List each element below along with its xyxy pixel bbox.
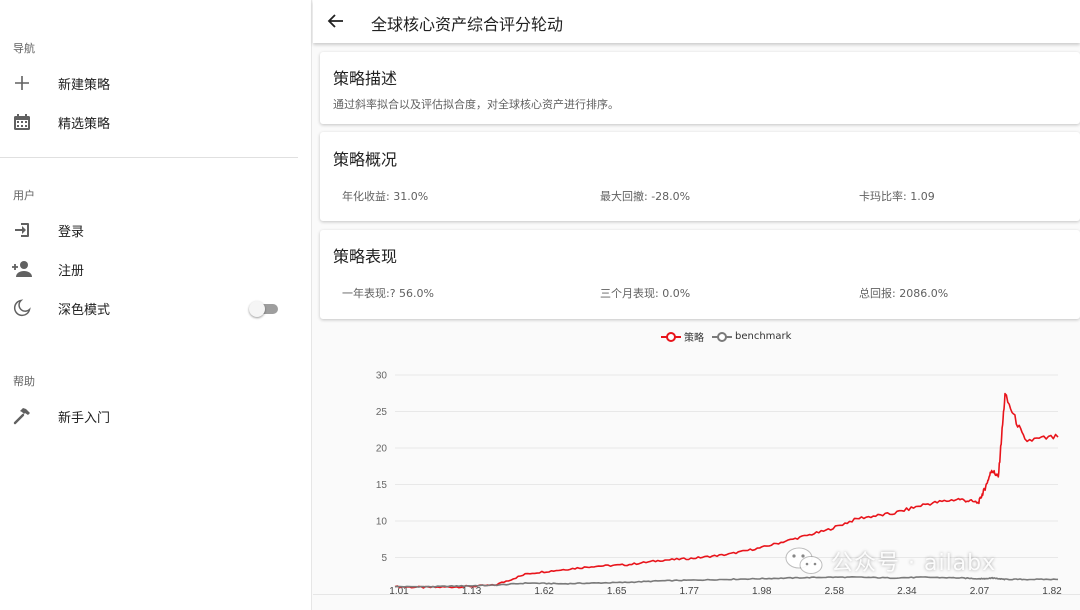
toggle-thumb [249, 301, 265, 317]
sidebar-item-label: 精选策略 [58, 117, 111, 132]
user-section-title: 用户 [13, 189, 35, 202]
sidebar-item-getting-started[interactable]: 新手入门 [0, 398, 298, 434]
strategy-description-text: 通过斜率拟合以及评估拟合度，对全球核心资产进行排序。 [333, 98, 619, 111]
y-tick-label: 5 [381, 553, 387, 564]
card-title: 策略表现 [333, 247, 398, 266]
moon-icon [12, 298, 32, 318]
watermark: 公众号 · ailabx [785, 545, 996, 577]
page-title: 全球核心资产综合评分轮动 [371, 15, 564, 34]
max-drawdown-stat: 最大回撤: -28.0% [600, 190, 691, 203]
arrow-left-icon[interactable] [325, 10, 347, 32]
calendar-icon [12, 112, 32, 132]
calmar-ratio-stat: 卡玛比率: 1.09 [859, 190, 935, 203]
bottom-edge [313, 594, 1080, 610]
dark-mode-toggle[interactable] [249, 301, 279, 317]
strategy-description-card: 策略描述 通过斜率拟合以及评估拟合度，对全球核心资产进行排序。 [320, 52, 1080, 124]
watermark-text: 公众号 · ailabx [831, 551, 997, 576]
card-title: 策略概况 [333, 150, 398, 169]
plus-icon [12, 73, 32, 93]
hammer-icon [12, 406, 32, 426]
y-tick-label: 15 [376, 480, 388, 491]
series-line-benchmark [394, 576, 1059, 588]
top-app-bar: 全球核心资产综合评分轮动 [313, 0, 1080, 43]
sidebar-divider [0, 157, 298, 158]
y-tick-label: 30 [376, 371, 388, 382]
app: 导航 新建策略 精选策略 用户 登录 注册 深色模式 帮助 新手入门 全球核心资… [0, 0, 1080, 610]
sidebar-item-register[interactable]: 注册 [0, 251, 298, 287]
three-month-performance-stat: 三个月表现: 0.0% [600, 287, 691, 300]
annual-return-stat: 年化收益: 31.0% [342, 190, 429, 203]
sidebar-item-label: 深色模式 [58, 303, 111, 318]
sidebar-item-label: 注册 [58, 264, 85, 279]
help-section-title: 帮助 [13, 375, 35, 388]
y-tick-label: 25 [376, 407, 388, 418]
sidebar: 导航 新建策略 精选策略 用户 登录 注册 深色模式 帮助 新手入门 [0, 0, 312, 610]
sidebar-item-featured-strategies[interactable]: 精选策略 [0, 104, 298, 140]
sidebar-item-label: 新建策略 [58, 78, 111, 93]
one-year-performance-stat: 一年表现:? 56.0% [342, 287, 434, 300]
sidebar-item-login[interactable]: 登录 [0, 212, 298, 248]
card-title: 策略描述 [333, 69, 398, 88]
login-icon [12, 220, 32, 240]
sidebar-item-label: 新手入门 [58, 411, 111, 426]
sidebar-item-new-strategy[interactable]: 新建策略 [0, 65, 298, 101]
strategy-performance-card: 策略表现 一年表现:? 56.0% 三个月表现: 0.0% 总回报: 2086.… [320, 230, 1080, 319]
total-return-stat: 总回报: 2086.0% [859, 287, 949, 300]
y-tick-label: 20 [376, 444, 388, 455]
sidebar-item-label: 登录 [58, 225, 85, 240]
y-tick-label: 10 [376, 517, 388, 528]
strategy-overview-card: 策略概况 年化收益: 31.0% 最大回撤: -28.0% 卡玛比率: 1.09 [320, 132, 1080, 221]
nav-section-title: 导航 [13, 42, 35, 55]
wechat-icon [785, 546, 823, 576]
person-add-icon [12, 259, 32, 279]
